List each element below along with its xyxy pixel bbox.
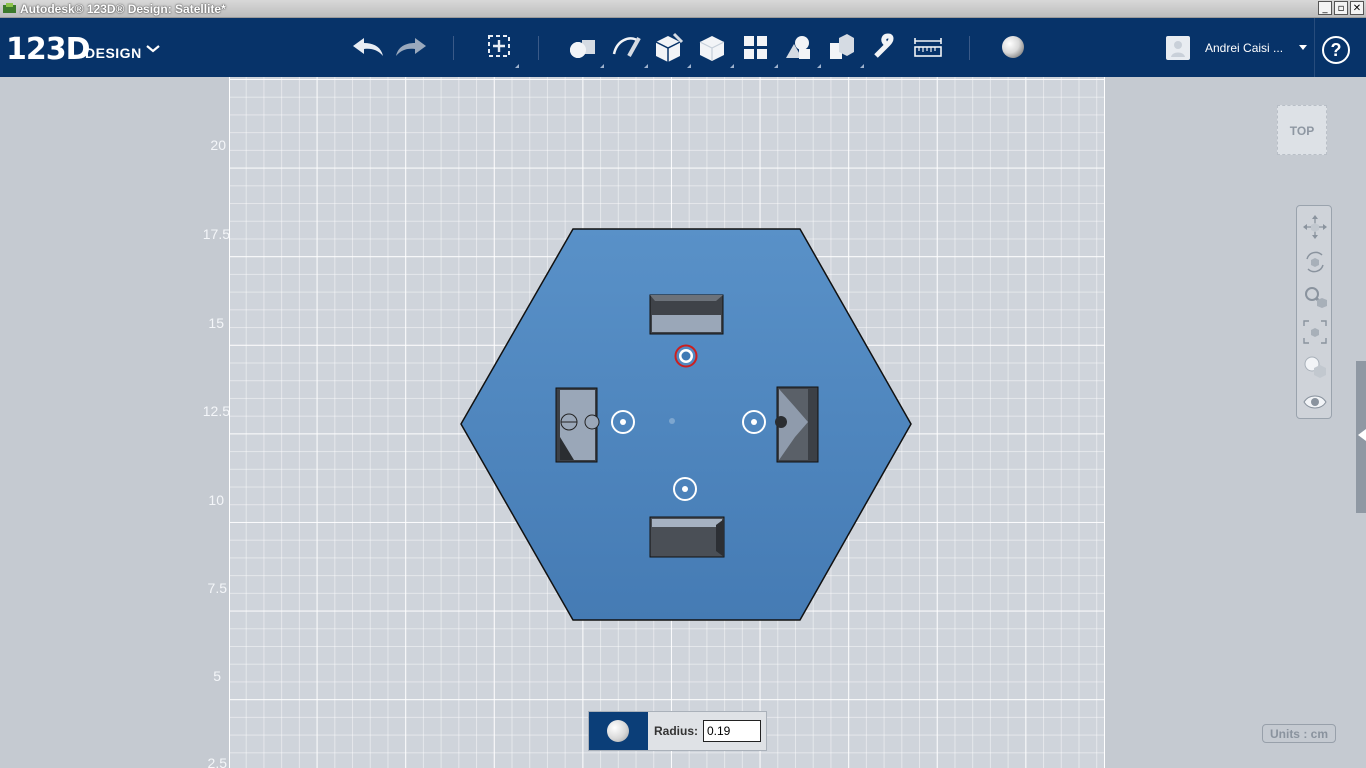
snap-icon — [874, 33, 894, 58]
primitives-icon — [570, 40, 595, 58]
fit-icon[interactable] — [1302, 319, 1328, 345]
left-bracket[interactable] — [555, 387, 600, 463]
toolbar-divider — [538, 36, 539, 60]
sphere-tool-icon-box[interactable] — [589, 712, 648, 750]
main-toolbar: 123D DESIGN Andrei Caisi ... ? — [0, 18, 1366, 77]
material-button[interactable] — [1000, 30, 1026, 64]
top-bracket[interactable] — [649, 294, 724, 335]
minimize-button[interactable]: _ — [1318, 1, 1332, 15]
modify-button[interactable] — [695, 30, 734, 68]
eye-icon[interactable] — [1302, 389, 1328, 415]
primitives-button[interactable] — [565, 30, 604, 68]
chevron-left-icon — [1358, 429, 1366, 441]
construct-icon — [655, 32, 684, 62]
grouping-button[interactable] — [782, 30, 821, 68]
app-icon — [3, 3, 16, 13]
window-title: Autodesk® 123D® Design: Satellite* — [20, 2, 226, 16]
navigation-bar — [1296, 205, 1332, 419]
transform-icon — [488, 35, 510, 57]
measure-button[interactable] — [911, 30, 945, 64]
undo-icon — [353, 38, 383, 56]
3d-viewport[interactable]: 20 17.5 15 12.5 10 7.5 5 2.5 TOP Units:… — [0, 77, 1366, 768]
toolbar-divider — [1314, 18, 1315, 77]
redo-button[interactable] — [393, 30, 429, 64]
radius-input[interactable] — [703, 720, 761, 742]
radius-panel: Radius: — [588, 711, 767, 751]
sketch-icon — [612, 37, 641, 57]
units-button[interactable]: Units : cm — [1262, 724, 1336, 743]
modify-icon — [699, 36, 725, 61]
app-menu[interactable]: 123D DESIGN — [6, 32, 160, 67]
pan-icon[interactable] — [1302, 214, 1328, 240]
window-title-bar: Autodesk® 123D® Design: Satellite* _ ▫ ✕ — [0, 0, 1366, 18]
sphere-icon — [607, 720, 629, 742]
zoom-icon[interactable] — [1302, 284, 1328, 310]
transform-button[interactable] — [484, 30, 519, 68]
viewcube[interactable]: TOP — [1277, 105, 1327, 155]
orbit-icon[interactable] — [1302, 249, 1328, 275]
side-panel-toggle[interactable] — [1356, 361, 1366, 513]
user-icon — [1171, 41, 1185, 57]
toolbar-divider — [969, 36, 970, 60]
sketch-button[interactable] — [609, 30, 648, 68]
logo-number: 123D — [6, 32, 91, 67]
help-button[interactable]: ? — [1322, 36, 1350, 64]
chevron-down-icon[interactable] — [1299, 45, 1307, 50]
measure-icon — [914, 38, 942, 57]
radius-label: Radius: — [654, 724, 699, 738]
restore-button[interactable]: ▫ — [1334, 1, 1348, 15]
hexagon-plate[interactable] — [460, 228, 912, 621]
redo-icon — [396, 38, 426, 56]
combine-button[interactable] — [825, 30, 864, 68]
right-bracket[interactable] — [775, 386, 819, 463]
center-point — [669, 418, 675, 424]
material-icon — [1002, 36, 1024, 58]
perspective-icon[interactable] — [1302, 354, 1328, 380]
logo-word: DESIGN — [85, 45, 142, 61]
chevron-down-icon[interactable] — [144, 39, 162, 57]
snap-button[interactable] — [868, 30, 902, 64]
undo-button[interactable] — [350, 30, 386, 64]
satellite-model[interactable] — [0, 77, 1366, 768]
user-avatar[interactable] — [1166, 36, 1190, 60]
bottom-bracket[interactable] — [649, 516, 725, 558]
construct-button[interactable] — [652, 30, 691, 68]
toolbar-divider — [453, 36, 454, 60]
pattern-button[interactable] — [739, 30, 778, 68]
close-button[interactable]: ✕ — [1350, 1, 1364, 15]
user-name[interactable]: Andrei Caisi ... — [1205, 41, 1283, 55]
pattern-icon — [744, 36, 767, 59]
combine-icon — [830, 34, 854, 59]
grouping-icon — [786, 36, 810, 59]
